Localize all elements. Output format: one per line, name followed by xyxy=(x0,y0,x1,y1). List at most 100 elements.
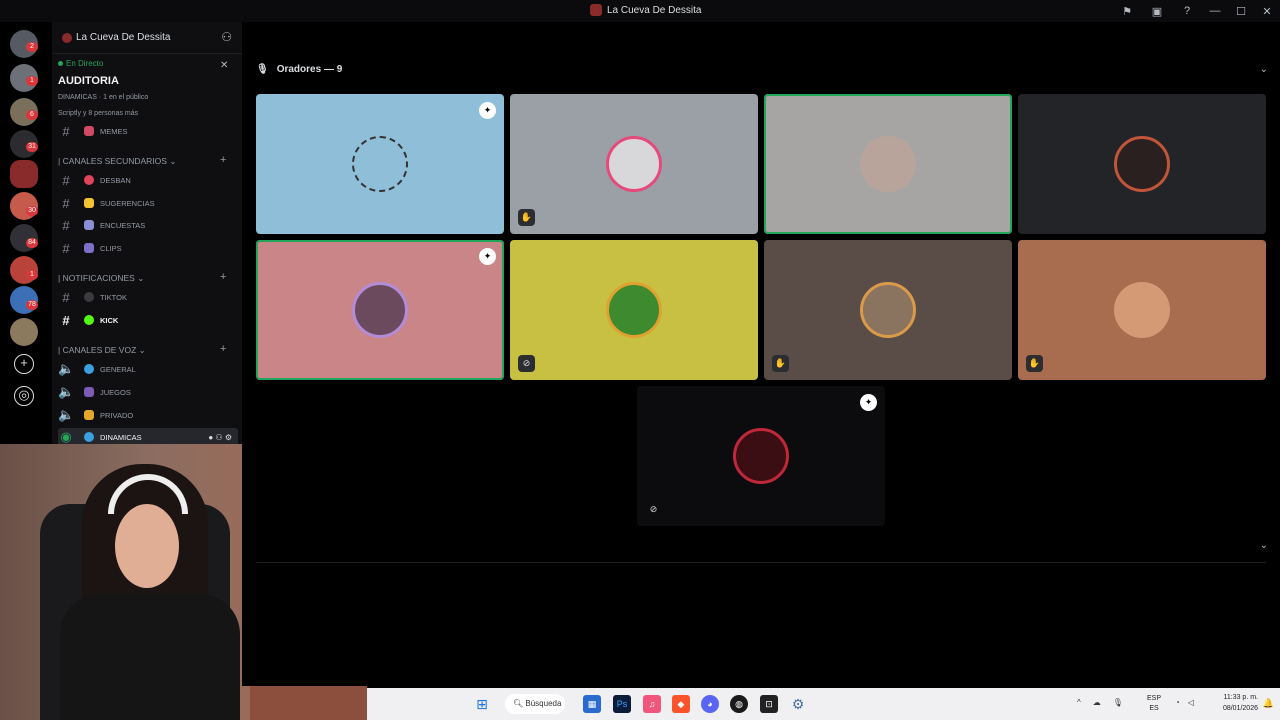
brave-icon[interactable]: ◆ xyxy=(672,695,690,713)
invite-icon[interactable]: ⚇ xyxy=(221,30,232,44)
notification-badge: 30 xyxy=(26,206,38,216)
category-secundarios[interactable]: | CANALES SECUNDARIOS ⌄ xyxy=(58,156,176,167)
microphone-icon: 🎙 xyxy=(256,64,269,75)
notification-bell-icon[interactable]: 🔔 xyxy=(1263,698,1274,709)
avatar xyxy=(1114,136,1170,192)
speaker-tile[interactable]: ✦ xyxy=(256,94,504,234)
channel-label: CLIPS xyxy=(100,243,122,253)
channel-encuestas[interactable]: # ENCUESTAS xyxy=(58,216,238,234)
channel-privado[interactable]: 🔈 PRIVADO xyxy=(58,406,238,424)
inbox-icon[interactable]: ▣ xyxy=(1142,0,1172,22)
speaker-tile-speaking[interactable]: ✦ xyxy=(256,240,504,380)
emoji-icon xyxy=(84,126,94,136)
speaker-tile-speaking[interactable] xyxy=(764,94,1012,234)
channel-clips[interactable]: # CLIPS xyxy=(58,239,238,257)
channel-label: PRIVADO xyxy=(100,410,134,420)
windows-start-icon[interactable]: ⊞ xyxy=(473,695,491,713)
discord-icon[interactable]: ◕ xyxy=(701,695,719,713)
notification-badge: 2 xyxy=(26,42,38,52)
clock[interactable]: 11:33 p. m. 08/01/2026 xyxy=(1223,692,1258,714)
notification-badge: 84 xyxy=(26,238,38,248)
speakers-count: Oradores — 9 xyxy=(276,64,343,75)
speaker-tile[interactable]: ✋ xyxy=(764,240,1012,380)
moderator-icon: ✦ xyxy=(860,394,877,411)
avatar xyxy=(860,282,916,338)
system-tray[interactable]: ^ ☁ 🎙 xyxy=(1077,698,1123,707)
moderator-icon: ✦ xyxy=(479,248,496,265)
raised-hand-icon: ✋ xyxy=(1026,355,1043,372)
help-icon[interactable]: ? xyxy=(1172,0,1202,22)
hash-icon: # xyxy=(62,172,70,188)
emoji-icon xyxy=(84,198,94,208)
speaker-tile[interactable] xyxy=(1018,94,1266,234)
flag-icon[interactable]: ⚑ xyxy=(1112,0,1142,22)
chevron-down-icon[interactable]: ⌄ xyxy=(1260,64,1268,75)
close-button[interactable]: ✕ xyxy=(1254,0,1280,22)
speaker-icon: 🔈 xyxy=(58,407,75,422)
speaker-tile[interactable]: ✦ ⊘ xyxy=(637,386,885,526)
server-icon-active[interactable] xyxy=(10,160,38,188)
speaker-tile[interactable]: ✋ xyxy=(1018,240,1266,380)
wifi-icon: ◔ xyxy=(1175,698,1180,707)
avatar xyxy=(352,282,408,338)
emoji-icon xyxy=(84,315,94,325)
chevron-down-icon[interactable]: ⌄ xyxy=(1260,540,1268,551)
hash-icon: # xyxy=(62,289,70,305)
speakers-header: 🎙 Oradores — 9 xyxy=(256,64,342,75)
notification-badge: 1 xyxy=(26,270,38,280)
avatar xyxy=(1114,282,1170,338)
stage-title: AUDITORIA xyxy=(58,75,119,87)
raised-hand-icon: ✋ xyxy=(772,355,789,372)
hash-icon: # xyxy=(62,217,70,233)
maximize-button[interactable]: ☐ xyxy=(1228,0,1254,22)
language-indicator[interactable]: ESP ES xyxy=(1147,694,1161,714)
server-logo-icon xyxy=(590,4,602,16)
category-label: | CANALES SECUNDARIOS xyxy=(58,156,167,166)
search-icon: 🔍︎ xyxy=(513,699,524,708)
avatar xyxy=(606,136,662,192)
speaker-tile[interactable]: ⊘ xyxy=(510,240,758,380)
avatar xyxy=(860,136,916,192)
channel-desban[interactable]: # DESBAN xyxy=(58,171,238,189)
channel-tools-icons[interactable]: ● ⚇ ⚙ xyxy=(208,433,232,442)
date-label: 08/01/2026 xyxy=(1222,705,1258,712)
chevron-up-icon[interactable]: ^ xyxy=(1077,698,1081,707)
server-icon[interactable] xyxy=(10,318,38,346)
muted-mic-icon: ⊘ xyxy=(649,504,658,514)
taskbar-search[interactable]: 🔍︎ Búsqueda xyxy=(505,694,565,714)
add-channel-icon[interactable]: + xyxy=(220,154,226,166)
settings-icon[interactable]: ⚙ xyxy=(789,695,807,713)
channel-kick[interactable]: # KICK xyxy=(58,311,238,329)
avatar xyxy=(733,428,789,484)
minimize-button[interactable]: — xyxy=(1202,0,1228,22)
server-name: La Cueva De Dessita xyxy=(76,32,171,43)
stage-participants: Scriptly y 8 personas más xyxy=(58,110,139,117)
cloud-icon[interactable]: ☁ xyxy=(1093,698,1101,707)
photoshop-icon[interactable]: Ps xyxy=(613,695,631,713)
channel-tiktok[interactable]: # TIKTOK xyxy=(58,288,238,306)
server-header[interactable]: La Cueva De Dessita ⚇ xyxy=(52,22,242,54)
channel-sugerencias[interactable]: # SUGERENCIAS xyxy=(58,194,238,212)
section-divider xyxy=(256,562,1266,563)
search-label: Búsqueda xyxy=(525,699,562,708)
channel-memes[interactable]: # MEMES xyxy=(58,122,238,140)
server-avatar xyxy=(62,33,72,43)
add-channel-icon[interactable]: + xyxy=(220,271,226,283)
store-icon[interactable]: ▦ xyxy=(583,695,601,713)
add-server-icon[interactable]: + xyxy=(14,354,34,374)
channel-juegos[interactable]: 🔈 JUEGOS xyxy=(58,383,238,401)
add-channel-icon[interactable]: + xyxy=(220,343,226,355)
category-voz[interactable]: | CANALES DE VOZ ⌄ xyxy=(58,345,146,356)
discover-icon[interactable]: ◎ xyxy=(14,386,34,406)
speaker-tile[interactable]: ✋ xyxy=(510,94,758,234)
category-notificaciones[interactable]: | NOTIFICACIONES ⌄ xyxy=(58,273,144,284)
status-icons[interactable]: ◔ ◁ xyxy=(1175,698,1194,707)
channel-general[interactable]: 🔈 GENERAL xyxy=(58,360,238,378)
close-stage-icon[interactable]: ✕ xyxy=(220,60,228,71)
music-icon[interactable]: ♫ xyxy=(643,695,661,713)
mic-icon[interactable]: 🎙 xyxy=(1113,698,1123,707)
hash-icon: # xyxy=(62,195,70,211)
title-bar: La Cueva De Dessita ⚑ ▣ ? — ☐ ✕ xyxy=(0,0,1280,22)
capcut-icon[interactable]: ⊡ xyxy=(760,695,778,713)
obs-icon[interactable]: ◍ xyxy=(730,695,748,713)
